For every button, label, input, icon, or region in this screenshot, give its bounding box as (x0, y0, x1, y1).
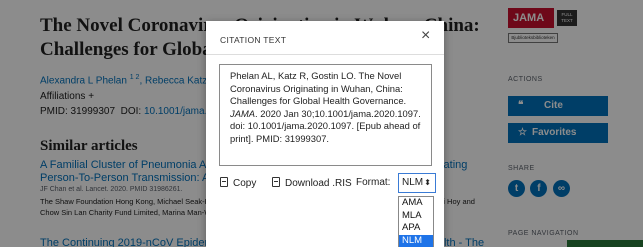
copy-label: Copy (233, 178, 257, 189)
copy-icon (220, 177, 228, 187)
format-option-nlm[interactable]: NLM (399, 234, 433, 247)
format-dropdown-list: AMA MLA APA NLM (398, 196, 434, 247)
download-ris-button[interactable]: Download .RIS (272, 177, 352, 189)
citation-actions: Copy Download .RIS Format: NLM ⬍ (206, 173, 444, 195)
select-arrows-icon: ⬍ (424, 178, 431, 187)
dialog-divider (206, 54, 444, 55)
citation-journal: JAMA (230, 107, 256, 119)
download-label: Download .RIS (285, 178, 352, 189)
citation-text-part: Phelan AL, Katz R, Gostin LO. The Novel … (230, 70, 407, 106)
dialog-title: CITATION TEXT (220, 35, 287, 45)
close-icon[interactable]: × (421, 28, 430, 44)
format-select[interactable]: NLM ⬍ (398, 173, 436, 193)
citation-text-part: . 2020 Jan 30;10.1001/jama.2020.1097. do… (230, 107, 421, 144)
download-icon (272, 177, 280, 187)
format-option-mla[interactable]: MLA (399, 210, 433, 223)
format-selected-value: NLM (402, 177, 424, 188)
copy-button[interactable]: Copy (220, 177, 256, 189)
format-label: Format: (356, 177, 391, 188)
format-option-apa[interactable]: APA (399, 222, 433, 235)
citation-textbox[interactable]: Phelan AL, Katz R, Gostin LO. The Novel … (219, 64, 432, 166)
format-option-ama[interactable]: AMA (399, 197, 433, 210)
